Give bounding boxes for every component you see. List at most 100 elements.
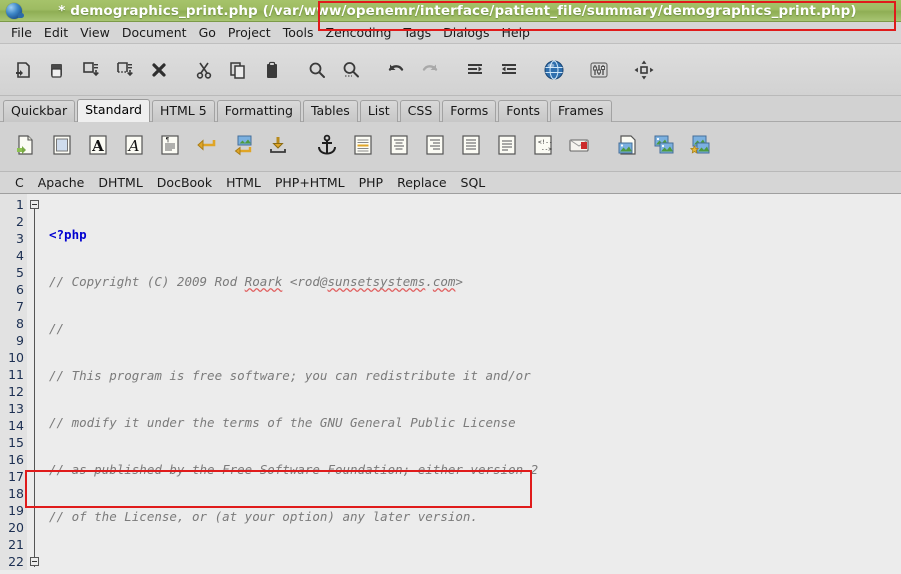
center-button[interactable] xyxy=(381,130,417,164)
anchor-button[interactable] xyxy=(309,130,345,164)
line-number: 18 xyxy=(0,485,27,502)
tab-fonts[interactable]: Fonts xyxy=(498,100,548,122)
preferences-button[interactable] xyxy=(582,53,616,87)
cut-button[interactable] xyxy=(187,53,221,87)
menu-item-document[interactable]: Document xyxy=(116,24,193,41)
italic-button[interactable]: A xyxy=(116,130,152,164)
close-file-button[interactable] xyxy=(142,53,176,87)
justify-button[interactable] xyxy=(453,130,489,164)
menu-item-project[interactable]: Project xyxy=(222,24,277,41)
menu-item-zencoding[interactable]: Zencoding xyxy=(320,24,398,41)
lang-item-c[interactable]: C xyxy=(8,175,31,190)
preview-in-browser-button[interactable] xyxy=(537,53,571,87)
line-number: 2 xyxy=(0,213,27,230)
fold-toggle-icon[interactable] xyxy=(30,200,39,209)
copy-button[interactable] xyxy=(221,53,255,87)
menu-item-tags[interactable]: Tags xyxy=(397,24,437,41)
paragraph-button[interactable]: ¶ xyxy=(152,130,188,164)
non-breaking-space-button[interactable] xyxy=(260,130,296,164)
tab-frames[interactable]: Frames xyxy=(550,100,611,122)
menu-item-help[interactable]: Help xyxy=(495,24,536,41)
paragraph-icon: ¶ xyxy=(158,133,182,160)
menu-item-tools[interactable]: Tools xyxy=(277,24,320,41)
code-line[interactable]: <?php xyxy=(49,226,901,243)
code-line[interactable]: // as published by the Free Software Fou… xyxy=(49,461,901,478)
redo-button[interactable] xyxy=(413,53,447,87)
break-clear-button[interactable] xyxy=(224,130,260,164)
lang-item-docbook[interactable]: DocBook xyxy=(150,175,219,190)
lang-item-sql[interactable]: SQL xyxy=(454,175,493,190)
save-as-button[interactable] xyxy=(108,53,142,87)
code-editor[interactable]: 1 2 3 4 5 6 7 8 9 10 11 12 13 14 15 16 1… xyxy=(0,194,901,570)
menu-item-edit[interactable]: Edit xyxy=(38,24,74,41)
globe-icon xyxy=(543,59,565,81)
tab-tables[interactable]: Tables xyxy=(303,100,358,122)
find-replace-button[interactable] xyxy=(334,53,368,87)
fold-toggle-icon[interactable] xyxy=(30,557,39,566)
menu-item-go[interactable]: Go xyxy=(193,24,222,41)
lang-item-html[interactable]: HTML xyxy=(219,175,268,190)
svg-text:¶: ¶ xyxy=(166,137,170,144)
line-number: 17 xyxy=(0,468,27,485)
indent-button[interactable] xyxy=(492,53,526,87)
save-file-button[interactable] xyxy=(74,53,108,87)
tab-css[interactable]: CSS xyxy=(400,100,441,122)
code-line[interactable]: // of the License, or (at your option) a… xyxy=(49,508,901,525)
open-file-button[interactable] xyxy=(40,53,74,87)
code-fold-column[interactable] xyxy=(27,194,43,570)
main-toolbar xyxy=(0,44,901,96)
comment-icon: <!-- --> xyxy=(531,133,555,160)
new-file-button[interactable] xyxy=(6,53,40,87)
paste-button[interactable] xyxy=(255,53,289,87)
menu-item-file[interactable]: File xyxy=(5,24,38,41)
tab-quickbar[interactable]: Quickbar xyxy=(3,100,75,122)
right-justify-button[interactable] xyxy=(417,130,453,164)
code-line[interactable]: // xyxy=(49,320,901,337)
window-title: * demographics_print.php (/var/www/opene… xyxy=(22,3,901,19)
line-number: 4 xyxy=(0,247,27,264)
body-button[interactable] xyxy=(44,130,80,164)
anchor-icon xyxy=(315,133,339,160)
indent-icon xyxy=(499,60,519,80)
tab-list[interactable]: List xyxy=(360,100,398,122)
line-break-button[interactable] xyxy=(188,130,224,164)
quickstart-button[interactable] xyxy=(8,130,44,164)
line-number: 8 xyxy=(0,315,27,332)
lang-item-php[interactable]: PHP xyxy=(352,175,390,190)
tab-html5[interactable]: HTML 5 xyxy=(152,100,215,122)
fold-cell xyxy=(27,502,43,519)
find-button[interactable] xyxy=(300,53,334,87)
multi-thumbnail-button[interactable] xyxy=(646,130,682,164)
break-clear-icon xyxy=(230,133,254,160)
code-text[interactable]: <?php // Copyright (C) 2009 Rod Roark <r… xyxy=(43,194,901,570)
bold-button[interactable]: A xyxy=(80,130,116,164)
comment-button[interactable]: <!-- --> xyxy=(525,130,561,164)
paragraph-block-button[interactable] xyxy=(489,130,525,164)
menu-item-dialogs[interactable]: Dialogs xyxy=(437,24,495,41)
lang-item-replace[interactable]: Replace xyxy=(390,175,453,190)
italic-icon: A xyxy=(122,133,146,160)
undo-button[interactable] xyxy=(379,53,413,87)
thumbnail-button[interactable] xyxy=(682,130,718,164)
code-line[interactable] xyxy=(49,555,901,570)
fullscreen-button[interactable] xyxy=(627,53,661,87)
code-line[interactable]: // modify it under the terms of the GNU … xyxy=(49,414,901,431)
code-line[interactable]: // Copyright (C) 2009 Rod Roark <rod@sun… xyxy=(49,273,901,290)
lang-item-apache[interactable]: Apache xyxy=(31,175,92,190)
tab-forms[interactable]: Forms xyxy=(442,100,496,122)
email-button[interactable] xyxy=(561,130,597,164)
tab-standard[interactable]: Standard xyxy=(77,99,150,122)
unindent-button[interactable] xyxy=(458,53,492,87)
undo-icon xyxy=(386,60,406,80)
tab-formatting[interactable]: Formatting xyxy=(217,100,301,122)
menu-bar: File Edit View Document Go Project Tools… xyxy=(0,22,901,44)
menu-item-view[interactable]: View xyxy=(74,24,116,41)
lang-item-dhtml[interactable]: DHTML xyxy=(91,175,149,190)
code-line[interactable]: // This program is free software; you ca… xyxy=(49,367,901,384)
fold-cell xyxy=(27,451,43,468)
line-number: 13 xyxy=(0,400,27,417)
rule-button[interactable] xyxy=(345,130,381,164)
insert-image-button[interactable] xyxy=(610,130,646,164)
line-number: 5 xyxy=(0,264,27,281)
lang-item-php-html[interactable]: PHP+HTML xyxy=(268,175,352,190)
